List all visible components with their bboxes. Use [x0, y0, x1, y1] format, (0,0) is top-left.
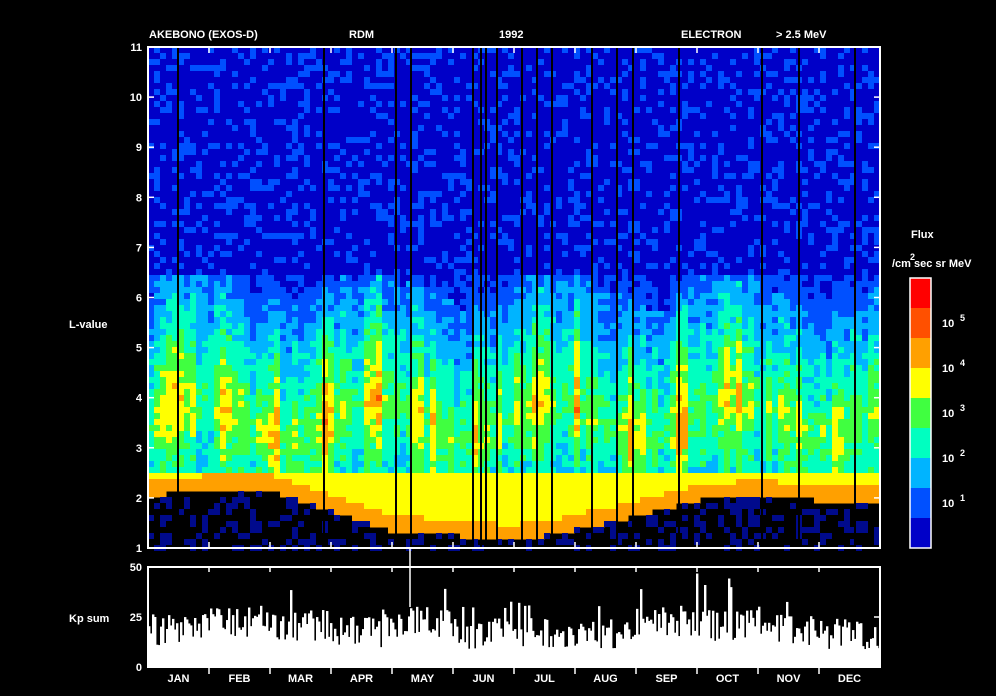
colorbar-tick-exponent: 2	[960, 448, 965, 458]
colorbar-title: Flux	[911, 229, 934, 241]
colorbar-tick-exponent: 1	[960, 493, 965, 503]
heatmap-ylabel: L-value	[69, 319, 108, 331]
colorbar-tick-base: 10	[942, 318, 954, 330]
heatmap-y-tick-label: 9	[136, 142, 142, 154]
figure: AKEBONO (EXOS-D) RDM 1992 ELECTRON > 2.5…	[0, 0, 996, 696]
month-label: JUN	[472, 673, 494, 685]
colorbar-tick-base: 10	[942, 363, 954, 375]
year-label: 1992	[499, 29, 523, 41]
month-label: AUG	[593, 673, 617, 685]
heatmap-y-tick-label: 2	[136, 493, 142, 505]
month-label: JUL	[534, 673, 555, 685]
particle-label: ELECTRON	[681, 29, 742, 41]
colorbar-tick-base: 10	[942, 453, 954, 465]
month-label: MAR	[288, 673, 313, 685]
heatmap-y-tick-label: 5	[136, 343, 142, 355]
month-label: NOV	[777, 673, 802, 685]
colorbar-tick-base: 10	[942, 408, 954, 420]
heatmap-y-tick-label: 11	[130, 42, 142, 54]
instrument-label: RDM	[349, 29, 374, 41]
kp-y-tick-label: 50	[130, 562, 142, 574]
colorbar-tick-base: 10	[942, 498, 954, 510]
colorbar-tick-exponent: 5	[960, 313, 965, 323]
colorbar-tick-exponent: 3	[960, 403, 965, 413]
month-label: OCT	[716, 673, 740, 685]
mission-label: AKEBONO (EXOS-D)	[149, 29, 258, 41]
month-label: SEP	[655, 673, 677, 685]
flux-heatmap	[148, 47, 881, 551]
kp-y-tick-label: 25	[130, 612, 142, 624]
month-label: APR	[350, 673, 373, 685]
colorbar	[910, 278, 931, 549]
heatmap-y-tick-label: 7	[136, 242, 142, 254]
heatmap-y-tick-label: 8	[136, 192, 142, 204]
heatmap-y-tick-label: 1	[136, 543, 142, 555]
kp-ylabel: Kp sum	[69, 613, 110, 625]
heatmap-y-tick-label: 4	[136, 393, 143, 405]
month-label: JAN	[167, 673, 189, 685]
month-label: FEB	[229, 673, 251, 685]
colorbar-units: /cm sec sr MeV	[892, 258, 972, 270]
month-label: DEC	[838, 673, 861, 685]
heatmap-y-tick-label: 3	[136, 443, 142, 455]
heatmap-y-tick-label: 10	[130, 92, 142, 104]
energy-label: > 2.5 MeV	[776, 29, 827, 41]
colorbar-tick-exponent: 4	[960, 358, 965, 368]
month-label: MAY	[411, 673, 435, 685]
heatmap-y-tick-label: 6	[136, 293, 142, 305]
kp-y-tick-label: 0	[136, 662, 142, 674]
heatmap-cells	[148, 47, 881, 551]
